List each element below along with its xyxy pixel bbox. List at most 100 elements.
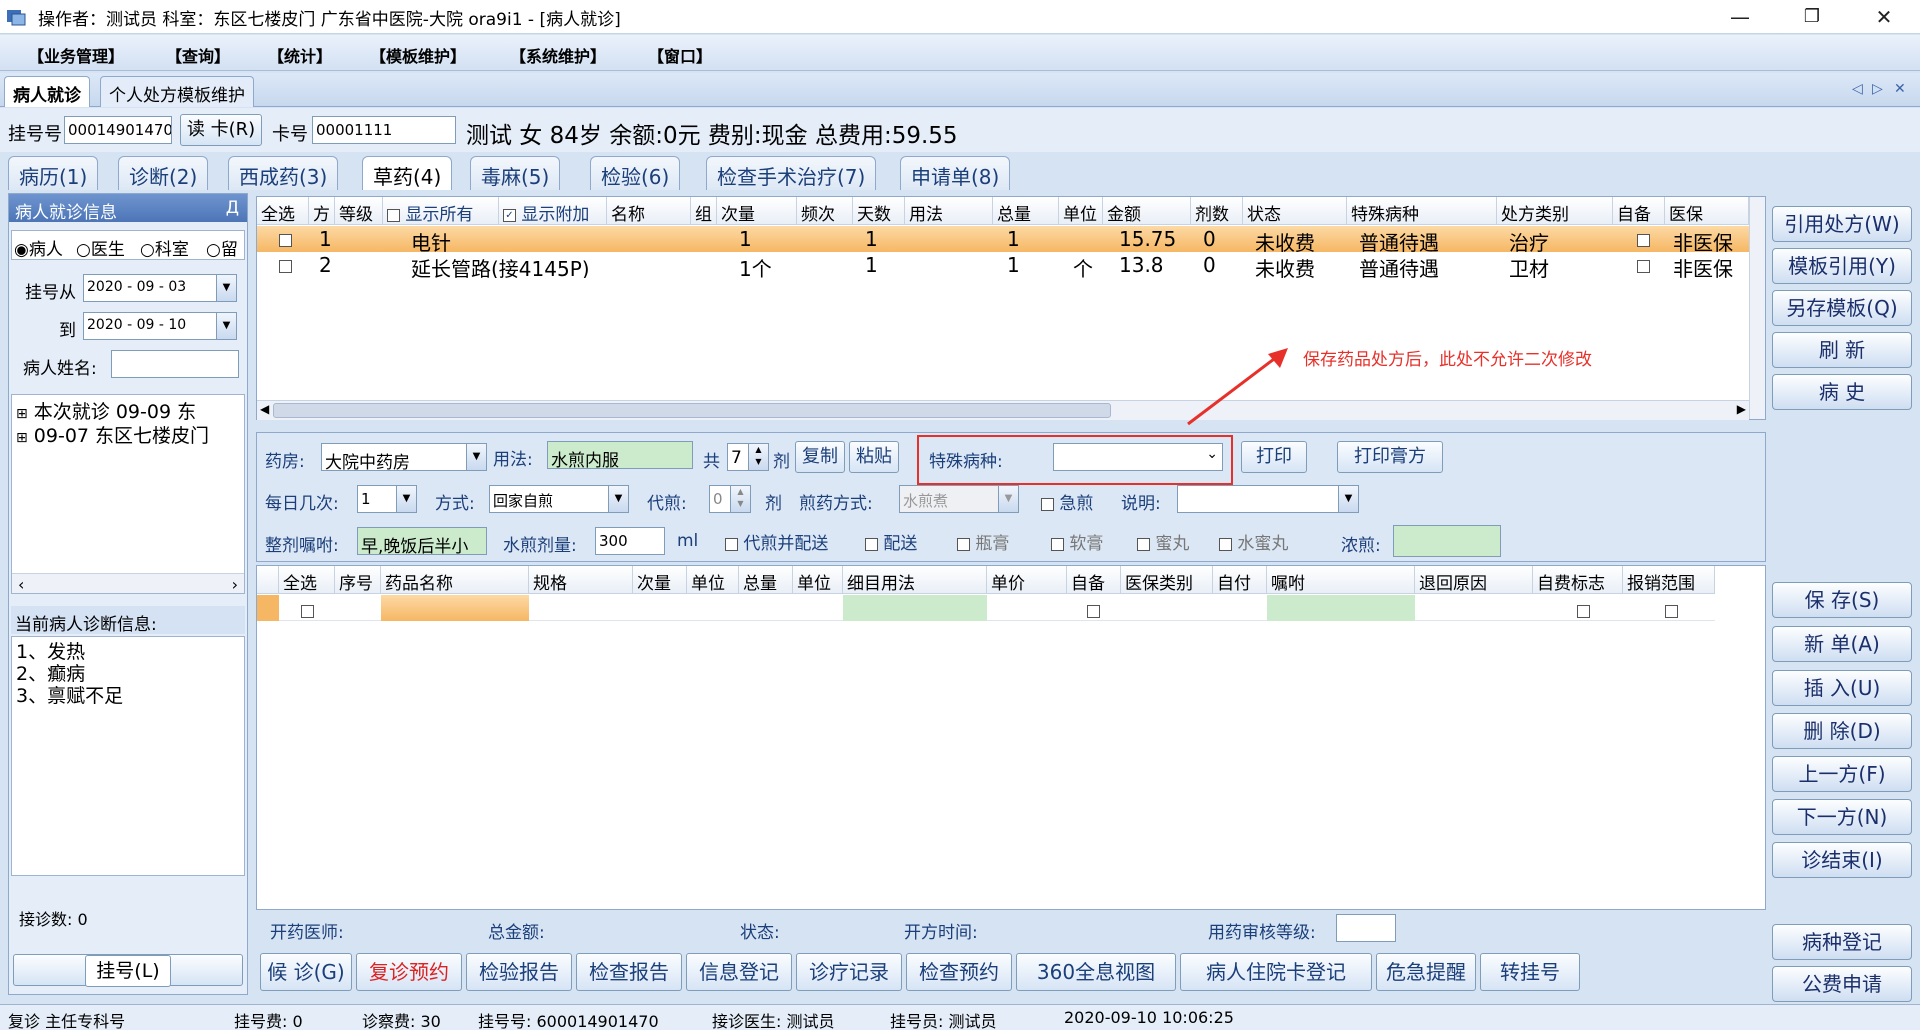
table-row[interactable] — [257, 595, 1715, 621]
tab-western-medicine[interactable]: 西成药(3) — [228, 156, 339, 190]
menu-business[interactable]: 【业务管理】 — [28, 43, 124, 67]
note-select[interactable]: ▼ — [1177, 485, 1359, 513]
inpatient-card-button[interactable]: 病人住院卡登记 — [1180, 953, 1372, 991]
date-to-dropdown-icon[interactable]: ▼ — [216, 313, 236, 339]
grid-scrollbar[interactable]: ◀ ▶ — [257, 400, 1749, 420]
waiting-button[interactable]: 候 诊(G) — [260, 953, 352, 991]
menu-template[interactable]: 【模板维护】 — [370, 43, 466, 67]
holographic-view-button[interactable]: 360全息视图 — [1016, 953, 1176, 991]
refresh-button[interactable]: 刷 新 — [1772, 332, 1912, 368]
patient-name-field[interactable] — [111, 350, 239, 378]
times-select[interactable]: 1 ▼ — [357, 485, 417, 513]
register-button[interactable]: 挂号(L) — [13, 954, 243, 987]
quote-prescription-button[interactable]: 引用处方(W) — [1772, 206, 1912, 242]
instruction-field[interactable]: 早,晚饭后半小 — [357, 527, 487, 555]
radio-doctor[interactable]: ○医生 — [76, 235, 125, 260]
exam-appointment-button[interactable]: 检查预约 — [906, 953, 1012, 991]
tab-lab[interactable]: 检验(6) — [590, 156, 681, 190]
exam-report-button[interactable]: 检查报告 — [576, 953, 682, 991]
tree-item-current[interactable]: ⊞ 本次就诊 09-09 东 — [16, 397, 196, 424]
print-paste-button[interactable]: 打印膏方 — [1337, 441, 1443, 473]
tab-medical-record[interactable]: 病历(1) — [8, 156, 99, 190]
bottle-paste-checkbox[interactable]: 瓶膏 — [957, 529, 1009, 554]
next-button[interactable]: 下一方(N) — [1772, 799, 1912, 835]
concentrate-field[interactable] — [1393, 525, 1501, 557]
restore-button[interactable]: ❐ — [1782, 2, 1842, 32]
show-all-checkbox[interactable]: 显示所有 — [383, 197, 499, 225]
radio-stay[interactable]: ○留 — [206, 235, 238, 260]
treatment-record-button[interactable]: 诊疗记录 — [796, 953, 902, 991]
date-from-dropdown-icon[interactable]: ▼ — [216, 275, 236, 301]
public-fee-button[interactable]: 公费申请 — [1772, 966, 1912, 1002]
new-button[interactable]: 新 单(A) — [1772, 626, 1912, 662]
date-from-field[interactable]: 2020 - 09 - 03 ▼ — [83, 274, 237, 302]
tab-request-form[interactable]: 申请单(8) — [900, 156, 1011, 190]
radio-department[interactable]: ○科室 — [140, 235, 189, 260]
decoct-way-select[interactable]: 水煎煮 ▼ — [899, 485, 1019, 513]
special-disease-select[interactable]: ⌄ — [1053, 443, 1223, 471]
tree-item-previous[interactable]: ⊞ 09-07 东区七楼皮门 — [16, 421, 209, 448]
template-quote-button[interactable]: 模板引用(Y) — [1772, 248, 1912, 284]
delete-button[interactable]: 删 除(D) — [1772, 713, 1912, 749]
soft-paste-checkbox[interactable]: 软膏 — [1051, 529, 1103, 554]
save-button[interactable]: 保 存(S) — [1772, 582, 1912, 618]
tab-template-maintain[interactable]: 个人处方模板维护 — [100, 76, 254, 107]
scroll-thumb[interactable] — [273, 403, 1111, 418]
show-extra-checkbox[interactable]: ✓ 显示附加 — [499, 197, 607, 225]
detail-usage-cell[interactable] — [843, 595, 987, 621]
menu-stats[interactable]: 【统计】 — [268, 43, 332, 67]
read-card-button[interactable]: 读 卡(R) — [180, 114, 262, 146]
tab-herbal[interactable]: 草药(4) — [362, 156, 453, 190]
drug-name-cell[interactable] — [381, 595, 529, 621]
reg-no-field[interactable]: 00014901470 — [64, 116, 172, 144]
honey-pill-checkbox[interactable]: 蜜丸 — [1137, 529, 1189, 554]
tab-diagnosis[interactable]: 诊断(2) — [118, 156, 209, 190]
pharmacy-select[interactable]: 大院中药房 ▼ — [321, 443, 487, 471]
copy-button[interactable]: 复制 — [795, 441, 845, 473]
lab-report-button[interactable]: 检验报告 — [466, 953, 572, 991]
transfer-register-button[interactable]: 转挂号 — [1480, 953, 1580, 991]
urgent-checkbox[interactable]: 急煎 — [1041, 489, 1093, 514]
close-button[interactable]: ✕ — [1854, 2, 1914, 32]
tab-narcotic[interactable]: 毒麻(5) — [470, 156, 561, 190]
col-select-all[interactable]: 全选 — [257, 197, 309, 225]
insert-button[interactable]: 插 入(U) — [1772, 670, 1912, 706]
save-template-button[interactable]: 另存模板(Q) — [1772, 290, 1912, 326]
disease-register-button[interactable]: 病种登记 — [1772, 924, 1912, 960]
card-no-field[interactable]: 00001111 — [312, 116, 456, 144]
col-select-all[interactable]: 全选 — [279, 566, 335, 594]
paste-button[interactable]: 粘贴 — [849, 441, 899, 473]
tab-patient-visit[interactable]: 病人就诊 — [4, 76, 90, 107]
water-honey-pill-checkbox[interactable]: 水蜜丸 — [1219, 529, 1288, 554]
radio-patient[interactable]: ◉病人 — [14, 235, 63, 260]
tab-exam-surgery[interactable]: 检查手术治疗(7) — [706, 156, 877, 190]
critical-alert-button[interactable]: 危急提醒 — [1376, 953, 1476, 991]
dose-count-stepper[interactable]: 7 ▲ ▼ — [727, 443, 769, 471]
date-to-field[interactable]: 2020 - 09 - 10 ▼ — [83, 312, 237, 340]
finish-visit-button[interactable]: 诊结束(I) — [1772, 842, 1912, 878]
decoct-stepper[interactable]: 0 ▲ ▼ — [709, 485, 751, 513]
previous-button[interactable]: 上一方(F) — [1772, 756, 1912, 792]
tree-scrollbar[interactable]: ‹ › — [12, 573, 244, 594]
decoct-deliver-checkbox[interactable]: 代煎并配送 — [725, 529, 828, 554]
water-field[interactable]: 300 — [595, 527, 665, 555]
menu-window[interactable]: 【窗口】 — [648, 43, 712, 67]
tab-next-icon[interactable]: ▷ — [1872, 81, 1883, 97]
pin-icon[interactable]: Д — [226, 198, 239, 218]
method-select[interactable]: 回家自煎 ▼ — [489, 485, 629, 513]
table-row[interactable]: 1 电针 1 1 1 15.75 0 未收费 普通待遇 治疗 非医保 — [257, 226, 1749, 252]
tab-close-icon[interactable]: ✕ — [1894, 81, 1906, 97]
revisit-appointment-button[interactable]: 复诊预约 — [356, 953, 462, 991]
print-button[interactable]: 打印 — [1241, 441, 1307, 473]
deliver-checkbox[interactable]: 配送 — [865, 529, 917, 554]
vertical-scrollbar[interactable] — [1749, 197, 1765, 419]
instruction-cell[interactable] — [1267, 595, 1415, 621]
usage-field[interactable]: 水煎内服 — [547, 441, 693, 469]
review-level-field[interactable] — [1336, 914, 1396, 942]
info-register-button[interactable]: 信息登记 — [686, 953, 792, 991]
minimize-button[interactable]: — — [1710, 2, 1770, 32]
menu-query[interactable]: 【查询】 — [166, 43, 230, 67]
menu-system[interactable]: 【系统维护】 — [510, 43, 606, 67]
tab-prev-icon[interactable]: ◁ — [1852, 81, 1863, 97]
table-row[interactable]: 2 延长管路(接4145P) 1个 1 1 个 13.8 0 未收费 普通待遇 … — [257, 252, 1749, 278]
